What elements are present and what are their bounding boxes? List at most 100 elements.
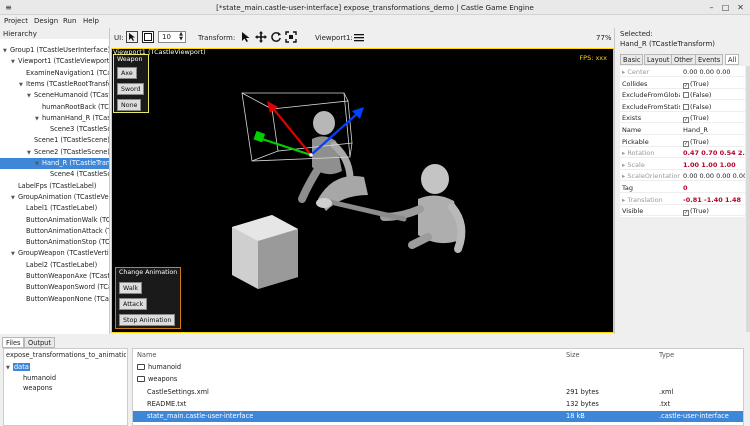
tab-files[interactable]: Files bbox=[2, 337, 25, 348]
design-viewport[interactable]: Viewport1 (TCastleViewport) FPS: xxx Wea… bbox=[111, 48, 614, 333]
checkbox-icon[interactable]: ✓ bbox=[683, 140, 689, 147]
menu-design[interactable]: Design bbox=[34, 17, 58, 25]
hierarchy-item[interactable]: ExamineNavigation1 (TCastleExamineNaviga… bbox=[0, 68, 109, 79]
file-row[interactable]: state_main.castle-user-interface 18 kB .ca… bbox=[133, 411, 743, 423]
expand-icon[interactable]: ▼ bbox=[35, 159, 42, 169]
expand-icon[interactable]: ▼ bbox=[11, 193, 18, 203]
property-value[interactable]: ✓ (True) bbox=[683, 114, 745, 124]
animation-attack-button[interactable]: Attack bbox=[119, 298, 148, 310]
expand-icon[interactable]: ▼ bbox=[27, 91, 34, 101]
inspector-scrollbar[interactable] bbox=[746, 66, 750, 332]
column-name[interactable]: Name bbox=[137, 350, 156, 361]
hierarchy-item[interactable]: ButtonWeaponNone (TCastleButton) bbox=[0, 294, 109, 305]
file-tree-item[interactable]: weapons bbox=[4, 383, 124, 394]
hierarchy-item[interactable]: Scene3 (TCastleScene) bbox=[0, 124, 109, 135]
property-row[interactable]: Collides ✓ (True) bbox=[620, 78, 745, 89]
expand-icon[interactable]: ▼ bbox=[19, 80, 26, 90]
tab-output[interactable]: Output bbox=[24, 337, 55, 348]
minimize-icon[interactable]: – bbox=[706, 2, 717, 13]
hierarchy-item[interactable]: ▼GroupWeapon (TCastleVerticalGroup) bbox=[0, 248, 109, 259]
menu-help[interactable]: Help bbox=[83, 17, 99, 25]
select-mode-icon[interactable] bbox=[126, 31, 138, 43]
viewport-menu-icon[interactable] bbox=[353, 32, 365, 43]
snap-spin-input[interactable]: 10 ▲ ▼ bbox=[158, 31, 186, 43]
file-row[interactable]: weapons bbox=[133, 374, 743, 385]
expand-icon[interactable]: ▼ bbox=[3, 46, 10, 56]
property-value[interactable]: (False) bbox=[683, 103, 745, 111]
column-size[interactable]: Size bbox=[566, 350, 580, 361]
hierarchy-item[interactable]: ▼ Viewport1 (TCastleViewport) bbox=[0, 56, 109, 67]
hierarchy-item[interactable]: ▼GroupAnimation (TCastleVerticalGroup) bbox=[0, 192, 109, 203]
property-row[interactable]: ExcludeFromStatistics(False) bbox=[620, 101, 745, 112]
hierarchy-item[interactable]: ButtonAnimationStop (TCastleButton) bbox=[0, 237, 109, 248]
property-value[interactable]: 0.47 0.70 0.54 2.53 bbox=[683, 149, 745, 157]
menu-run[interactable]: Run bbox=[63, 17, 76, 25]
property-value[interactable]: 0.00 0.00 0.00 0.00 bbox=[683, 172, 745, 180]
weapon-axe-button[interactable]: Axe bbox=[117, 67, 137, 79]
inspector-tab-all[interactable]: All bbox=[725, 54, 740, 65]
hierarchy-item[interactable]: LabelFps (TCastleLabel) bbox=[0, 181, 109, 192]
checkbox-icon[interactable] bbox=[683, 92, 689, 99]
spin-arrows-icon[interactable]: ▲ ▼ bbox=[179, 32, 183, 42]
property-row[interactable]: ExcludeFromGlobalLights(False) bbox=[620, 89, 745, 101]
expand-icon[interactable]: ▼ bbox=[11, 249, 18, 259]
transform-rotate-icon[interactable] bbox=[270, 31, 282, 43]
transform-select-icon[interactable] bbox=[240, 31, 252, 43]
hierarchy-item[interactable]: Label1 (TCastleLabel) bbox=[0, 203, 109, 214]
hierarchy-item[interactable]: ▼SceneHumanoid (TCastleScene) bbox=[0, 90, 109, 101]
hierarchy-item[interactable]: humanRootBack (TCastleTransform) bbox=[0, 102, 109, 113]
property-value[interactable]: 0.00 0.00 0.00 bbox=[683, 68, 745, 76]
expand-icon[interactable]: ▼ bbox=[35, 114, 42, 124]
inspector-tab-events[interactable]: Events bbox=[695, 54, 724, 65]
transform-move-icon[interactable] bbox=[255, 31, 267, 43]
checkbox-icon[interactable]: ✓ bbox=[683, 117, 689, 124]
file-tree-item[interactable]: humanoid bbox=[4, 373, 124, 384]
hierarchy-item[interactable]: ButtonAnimationWalk (TCastleButton) bbox=[0, 215, 109, 226]
hierarchy-item[interactable]: ▼Items (TCastleRootTransform) bbox=[0, 79, 109, 90]
checkbox-icon[interactable] bbox=[683, 103, 689, 110]
transform-scale-icon[interactable] bbox=[285, 31, 297, 43]
hierarchy-item[interactable]: Scene1 (TCastleScene) bbox=[0, 135, 109, 146]
weapon-none-button[interactable]: None bbox=[117, 99, 142, 111]
property-value[interactable]: 0 bbox=[683, 184, 745, 192]
hierarchy-item[interactable]: Scene4 (TCastleScene) bbox=[0, 169, 109, 180]
property-row[interactable]: Pickable ✓ (True) bbox=[620, 136, 745, 147]
animation-walk-button[interactable]: Walk bbox=[119, 282, 143, 294]
weapon-sword-button[interactable]: Sword bbox=[117, 83, 145, 95]
hierarchy-item[interactable]: Label2 (TCastleLabel) bbox=[0, 260, 109, 271]
checkbox-icon[interactable]: ✓ bbox=[683, 210, 689, 217]
scene-render[interactable] bbox=[112, 49, 614, 333]
property-value[interactable]: Hand_R bbox=[683, 126, 745, 134]
property-row[interactable]: ▸ Translation -0.81 -1.40 1.48 bbox=[620, 194, 745, 205]
property-row[interactable]: ▸ Rotation 0.47 0.70 0.54 2.53 bbox=[620, 147, 745, 159]
hierarchy-item[interactable]: ButtonAnimationAttack (TCastleButton) bbox=[0, 226, 109, 237]
hierarchy-item[interactable]: ▼humanHand_R (TCastleTransform) bbox=[0, 113, 109, 124]
axe-mesh[interactable] bbox=[316, 175, 407, 222]
hierarchy-item[interactable]: ▼ Group1 (TCastleUserInterface) bbox=[0, 45, 109, 56]
column-type[interactable]: Type bbox=[659, 350, 674, 361]
property-value[interactable]: ✓ (True) bbox=[683, 80, 745, 89]
property-value[interactable]: ✓ (True) bbox=[683, 207, 745, 217]
file-row[interactable]: README.txt 132 bytes .txt bbox=[133, 399, 743, 410]
property-value[interactable]: -0.81 -1.40 1.48 bbox=[683, 196, 745, 204]
property-value[interactable]: ✓ (True) bbox=[683, 138, 745, 147]
hierarchy-item[interactable]: ButtonWeaponAxe (TCastleButton) bbox=[0, 271, 109, 282]
property-row[interactable]: ▸ Center 0.00 0.00 0.00 bbox=[620, 66, 745, 77]
menu-project[interactable]: Project bbox=[4, 17, 28, 25]
maximize-icon[interactable]: □ bbox=[720, 2, 731, 13]
hierarchy-item[interactable]: ▼Hand_R (TCastleTransform) bbox=[0, 158, 109, 169]
property-row[interactable]: Exists ✓ (True) bbox=[620, 112, 745, 124]
property-row[interactable]: ▸ Scale 1.00 1.00 1.00 bbox=[620, 159, 745, 170]
resize-mode-icon[interactable] bbox=[142, 31, 154, 43]
inspector-tab-basic[interactable]: Basic bbox=[620, 54, 644, 65]
checkbox-icon[interactable]: ✓ bbox=[683, 82, 689, 89]
humanoid-front-mesh[interactable] bbox=[380, 164, 466, 253]
animation-stop-button[interactable]: Stop Animation bbox=[119, 314, 176, 326]
property-row[interactable]: ▸ ScaleOrientation 0.00 0.00 0.00 0.00 bbox=[620, 170, 745, 182]
file-row[interactable]: humanoid bbox=[133, 362, 743, 373]
file-tree-item[interactable]: ▼ data bbox=[4, 362, 124, 373]
inspector-tab-other[interactable]: Other bbox=[671, 54, 696, 65]
expand-icon[interactable]: ▼ bbox=[27, 148, 34, 158]
property-value[interactable]: (False) bbox=[683, 91, 745, 99]
hierarchy-item[interactable]: ▼ Scene2 (TCastleScene) bbox=[0, 147, 109, 158]
